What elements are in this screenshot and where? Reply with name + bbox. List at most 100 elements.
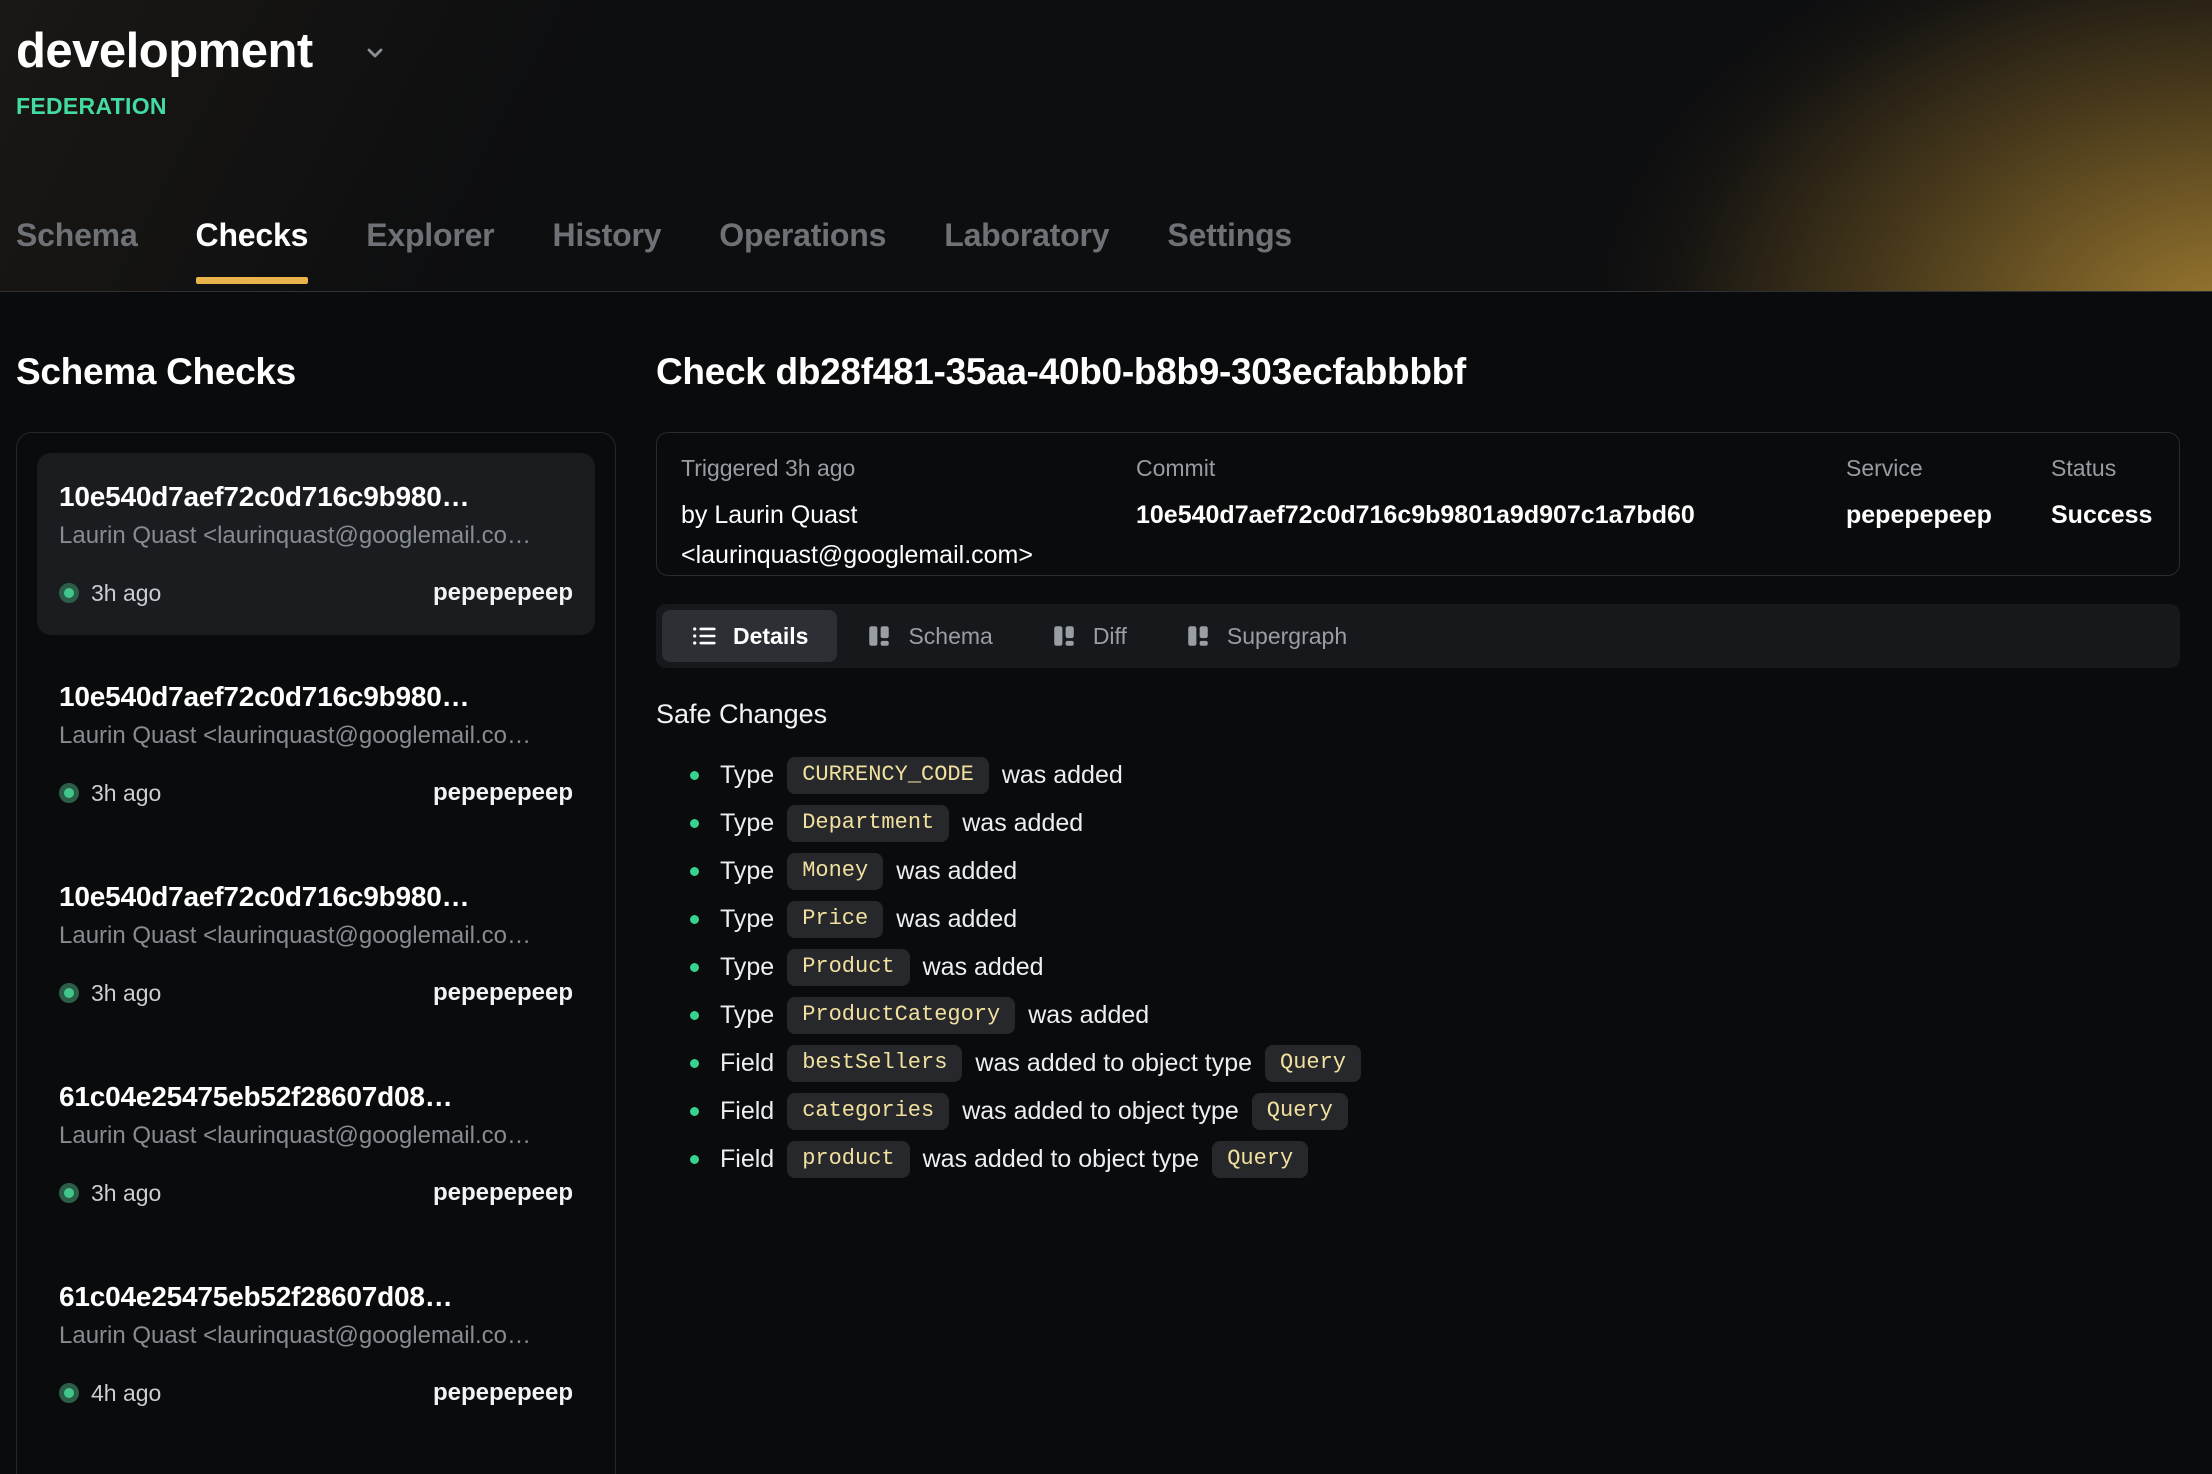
change-text: Field	[720, 1049, 774, 1078]
change-text: was added to object type	[962, 1097, 1239, 1126]
tab-label: Settings	[1167, 217, 1292, 253]
check-author: Laurin Quast <laurinquast@googlemail.co…	[59, 1122, 573, 1150]
change-text: Type	[720, 809, 774, 838]
bullet-dot	[690, 867, 699, 876]
status-success-dot	[59, 983, 79, 1003]
meta-service-label: Service	[1846, 454, 2051, 482]
code-badge: categories	[787, 1093, 949, 1130]
check-title: Check db28f481-35aa-40b0-b8b9-303ecfabbb…	[656, 351, 2180, 393]
change-item: TypeProductwas added	[656, 943, 2180, 991]
change-text: was added	[1028, 1001, 1149, 1030]
code-badge: Price	[787, 901, 883, 938]
check-service: pepepepeep	[433, 1179, 573, 1207]
check-service: pepepepeep	[433, 579, 573, 607]
change-text: was added to object type	[975, 1049, 1252, 1078]
change-text: was added	[896, 905, 1017, 934]
active-tab-underline	[196, 277, 309, 284]
check-time: 3h ago	[91, 1180, 161, 1207]
check-meta-box: Triggered 3h ago by Laurin Quast <laurin…	[656, 432, 2180, 576]
tab-checks[interactable]: Checks	[196, 217, 309, 291]
check-commit: 10e540d7aef72c0d716c9b980…	[59, 681, 573, 713]
bullet-dot	[690, 1155, 699, 1164]
tab-schema[interactable]: Schema	[16, 217, 138, 291]
change-text: Type	[720, 953, 774, 982]
tab-laboratory[interactable]: Laboratory	[944, 217, 1109, 291]
code-badge: ProductCategory	[787, 997, 1015, 1034]
bullet-dot	[690, 819, 699, 828]
status-success-dot	[59, 1383, 79, 1403]
view-tab-details[interactable]: Details	[662, 610, 837, 662]
view-tab-label: Supergraph	[1227, 623, 1347, 650]
change-text: was added	[962, 809, 1083, 838]
check-meta-row: 3h ago pepepepeep	[59, 779, 573, 807]
sidebar: Schema Checks 10e540d7aef72c0d716c9b980……	[16, 292, 616, 1474]
status-success-dot	[59, 783, 79, 803]
change-item: TypeProductCategorywas added	[656, 991, 2180, 1039]
meta-commit-value: 10e540d7aef72c0d716c9b9801a9d907c1a7bd60	[1136, 495, 1846, 535]
check-commit: 61c04e25475eb52f28607d08…	[59, 1281, 573, 1313]
check-commit: 10e540d7aef72c0d716c9b980…	[59, 481, 573, 513]
meta-triggered-by: by Laurin Quast	[681, 495, 1136, 535]
tab-label: Laboratory	[944, 217, 1109, 253]
check-commit: 61c04e25475eb52f28607d08…	[59, 1081, 573, 1113]
check-list: 10e540d7aef72c0d716c9b980… Laurin Quast <…	[16, 432, 616, 1474]
tab-settings[interactable]: Settings	[1167, 217, 1292, 291]
change-item: FieldbestSellerswas added to object type…	[656, 1039, 2180, 1087]
code-badge: Query	[1212, 1141, 1308, 1178]
bullet-dot	[690, 1011, 699, 1020]
project-type-badge: FEDERATION	[16, 93, 2212, 120]
bullet-dot	[690, 1107, 699, 1116]
code-badge: Department	[787, 805, 949, 842]
tab-label: Checks	[196, 217, 309, 253]
meta-status-value: Success	[2051, 495, 2155, 535]
change-text: was added	[896, 857, 1017, 886]
view-tab-supergraph[interactable]: Supergraph	[1156, 610, 1376, 662]
meta-triggered-label: Triggered 3h ago	[681, 454, 1136, 482]
tab-label: Schema	[16, 217, 138, 253]
check-commit: 10e540d7aef72c0d716c9b980…	[59, 881, 573, 913]
check-service: pepepepeep	[433, 779, 573, 807]
check-service: pepepepeep	[433, 979, 573, 1007]
change-item: Type Price was added	[656, 895, 2180, 943]
change-text: Field	[720, 1145, 774, 1174]
tab-explorer[interactable]: Explorer	[366, 217, 494, 291]
bullet-dot	[690, 771, 699, 780]
code-badge: product	[787, 1141, 909, 1178]
tab-operations[interactable]: Operations	[719, 217, 886, 291]
change-item: Field categories was added to object type Q…	[656, 1087, 2180, 1135]
meta-status: Status Success	[2051, 454, 2155, 575]
tab-history[interactable]: History	[552, 217, 661, 291]
view-tab-label: Schema	[908, 623, 992, 650]
meta-triggered-value: by Laurin Quast <laurinquast@googlemail.…	[681, 495, 1136, 575]
meta-commit-label: Commit	[1136, 454, 1846, 482]
list-icon	[691, 623, 717, 649]
change-text: Type	[720, 905, 774, 934]
check-list-item[interactable]: 10e540d7aef72c0d716c9b980…Laurin Quast <…	[37, 453, 595, 635]
project-title: development	[16, 22, 313, 80]
meta-status-label: Status	[2051, 454, 2155, 482]
check-meta-row: 3h ago pepepepeep	[59, 1179, 573, 1207]
status-success-dot	[59, 583, 79, 603]
change-text: was added to object type	[923, 1145, 1200, 1174]
meta-triggered-email: <laurinquast@googlemail.com>	[681, 535, 1136, 575]
check-list-item[interactable]: 61c04e25475eb52f28607d08… Laurin Quast <l…	[37, 1053, 595, 1235]
view-tab-diff[interactable]: Diff	[1022, 610, 1156, 662]
check-time: 3h ago	[91, 580, 161, 607]
code-badge: Product	[787, 949, 909, 986]
check-meta-row: 4h agopepepepeep	[59, 1379, 573, 1407]
check-list-item[interactable]: 61c04e25475eb52f28607d08…Laurin Quast <l…	[37, 1253, 595, 1435]
view-tab-schema[interactable]: Schema	[837, 610, 1021, 662]
code-badge: CURRENCY_CODE	[787, 757, 989, 794]
change-text: Field	[720, 1097, 774, 1126]
check-list-item[interactable]: 10e540d7aef72c0d716c9b980…Laurin Quast <…	[37, 853, 595, 1035]
check-author: Laurin Quast <laurinquast@googlemail.co…	[59, 722, 573, 750]
bullet-dot	[690, 963, 699, 972]
check-list-item[interactable]: 10e540d7aef72c0d716c9b980… Laurin Quast <…	[37, 653, 595, 835]
check-time: 3h ago	[91, 780, 161, 807]
code-badge: Query	[1252, 1093, 1348, 1130]
chevron-down-icon[interactable]	[363, 41, 387, 65]
view-tabs: Details Schema Diff Supergraph	[656, 604, 2180, 668]
check-service: pepepepeep	[433, 1379, 573, 1407]
change-text: was added	[1002, 761, 1123, 790]
sidebar-title: Schema Checks	[16, 351, 616, 393]
